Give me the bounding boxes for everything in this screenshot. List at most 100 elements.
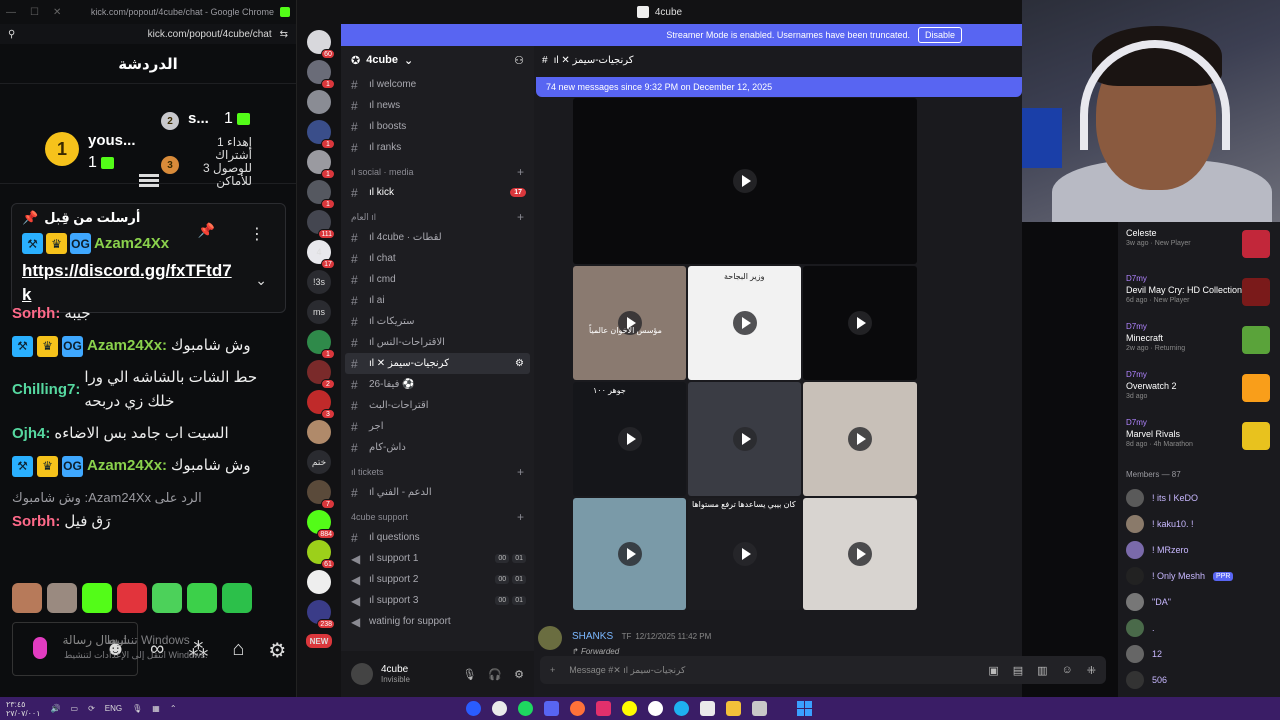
video-embed[interactable] — [803, 382, 917, 496]
member-item[interactable]: ! MRzero — [1118, 537, 1280, 563]
member-item[interactable]: ! Only Meshh PPR — [1118, 563, 1280, 589]
avatar[interactable] — [538, 626, 562, 650]
server-icon[interactable]: 1 — [307, 150, 335, 179]
play-icon[interactable] — [732, 427, 757, 451]
minimize-icon[interactable]: — — [6, 7, 16, 18]
message-user[interactable]: Sorbh: — [12, 302, 60, 326]
server-icon[interactable]: 4 17 — [307, 240, 335, 269]
unpin-icon[interactable]: 📌 — [198, 222, 215, 239]
add-channel-icon[interactable]: + — [517, 510, 524, 524]
url-bar[interactable]: ⚲ kick.com/popout/4cube/chat ⇆ — [0, 24, 296, 44]
more-menu-icon[interactable]: ⋮ — [249, 224, 265, 244]
message-user[interactable]: Azam24Xx: — [87, 454, 167, 478]
channel-boosts[interactable]: # ıl boosts — [341, 116, 534, 137]
activity-card[interactable]: D7my Marvel Rivals 8d ago · 4h Marathon — [1118, 414, 1280, 462]
server-icon[interactable]: 1 — [307, 180, 335, 209]
play-icon[interactable] — [732, 542, 757, 566]
server-icon[interactable]: !3s — [307, 270, 331, 294]
server-icon[interactable] — [307, 570, 331, 594]
microphone-icon[interactable] — [33, 637, 47, 659]
video-embed[interactable]: مؤسس الأخوان عالمياً — [573, 266, 686, 380]
sync-icon[interactable]: ⟳ — [88, 704, 95, 713]
obs-icon[interactable] — [648, 701, 663, 716]
play-icon[interactable] — [848, 542, 872, 566]
app-icon[interactable] — [752, 701, 767, 716]
server-icon[interactable] — [307, 420, 331, 444]
chrome-canary-icon[interactable] — [466, 701, 481, 716]
member-item[interactable]: . — [1118, 615, 1280, 641]
maximize-icon[interactable]: ☐ — [30, 7, 39, 18]
clock[interactable]: ٢٣:٤٥ ٢٧/٠٧/٠٠١ — [6, 700, 41, 718]
channel-item[interactable]: # اجر — [341, 416, 534, 437]
video-embed[interactable]: جوهر ١٠٠ — [573, 382, 686, 496]
message-user[interactable]: Azam24Xx: — [87, 334, 167, 358]
emote-happy-icon[interactable] — [187, 583, 217, 613]
category-general[interactable]: العام ıl + — [341, 207, 534, 227]
activity-card[interactable]: D7my Minecraft 2w ago · Returning — [1118, 318, 1280, 366]
channel-kick[interactable]: # ıl kick 17 — [341, 182, 534, 203]
server-icon[interactable]: ms — [307, 300, 331, 324]
play-icon[interactable] — [848, 427, 872, 451]
server-icon[interactable] — [307, 90, 331, 114]
play-icon[interactable] — [617, 427, 642, 451]
voice-channel[interactable]: ◀ ıl support 1 00 01 — [341, 548, 534, 569]
channel-item[interactable]: # ıl الدعم - الفني — [341, 482, 534, 503]
github-icon[interactable] — [492, 701, 507, 716]
chevron-down-icon[interactable]: ⌄ — [255, 272, 267, 289]
collapse-icon[interactable] — [139, 174, 159, 188]
gifter-1-name[interactable]: yous... — [88, 132, 136, 149]
pinned-message[interactable]: 📌 أرسلت من قِبل 📌 ⋮ ⚒ ♛ OG Azam24Xx http… — [11, 203, 286, 313]
member-item[interactable]: "DA" — [1118, 589, 1280, 615]
apps-icon[interactable]: ⁜ — [1087, 664, 1096, 677]
avatar[interactable] — [351, 663, 373, 685]
reply-preview[interactable]: الرد على Azam24Xx: وش شامبوك — [12, 486, 292, 510]
message-user[interactable]: Ojh4: — [12, 422, 50, 446]
settings-icon[interactable]: ⚙ — [268, 638, 286, 663]
gif-icon[interactable]: ▤ — [1013, 664, 1023, 677]
server-icon[interactable]: 3 — [307, 390, 335, 419]
member-item[interactable]: ! kaku10. ! — [1118, 511, 1280, 537]
server-icon[interactable]: 1 — [307, 330, 335, 359]
voice-channel[interactable]: ◀ ıl support 3 00 01 — [341, 590, 534, 611]
mic-tray-icon[interactable]: 🎙 — [132, 704, 142, 713]
microphone-icon[interactable]: 🎙 — [462, 668, 476, 681]
snapchat-icon[interactable] — [622, 701, 637, 716]
display-icon[interactable]: ▭ — [71, 704, 79, 713]
server-icon[interactable]: ختم — [307, 450, 331, 474]
gift-slot-text[interactable]: إهداء 1 أشتراك للوصول 3 للأماكن — [182, 136, 252, 188]
voice-channel[interactable]: ◀ watinig for support — [341, 611, 534, 632]
server-header[interactable]: ✪ 4cube ⌄ ⚇ — [341, 46, 534, 74]
file-explorer-icon[interactable] — [726, 701, 741, 716]
video-embed[interactable] — [573, 98, 917, 264]
channel-news[interactable]: # ıl news — [341, 95, 534, 116]
server-icon[interactable]: 884 — [307, 510, 335, 539]
server-icon[interactable]: 1 — [307, 60, 335, 89]
channel-item[interactable]: # ıl chat — [341, 248, 534, 269]
channel-item[interactable]: # ıl الاقتراحات-النس — [341, 332, 534, 353]
channel-item[interactable]: # ıl 4cube · لقطات — [341, 227, 534, 248]
channel-item[interactable]: # اقتراحات-البث — [341, 395, 534, 416]
video-embed[interactable]: كان بيبي يساعدها ترفع مستواها — [688, 498, 801, 610]
activity-card[interactable]: D7my Overwatch 2 3d ago — [1118, 366, 1280, 414]
message-user[interactable]: Sorbh: — [12, 510, 60, 534]
post-author[interactable]: SHANKS — [572, 631, 613, 642]
category-tickets[interactable]: ıl tickets + — [341, 462, 534, 482]
language-indicator[interactable]: ENG — [105, 704, 122, 713]
add-attachment-icon[interactable]: + — [550, 665, 555, 675]
channel-questions[interactable]: # ıl questions — [341, 527, 534, 548]
member-item[interactable]: ! its I KeDO — [1118, 485, 1280, 511]
message-composer[interactable]: + Message #✕ ıl كرنجيات-سيمز ▣ ▤ ▥ ☺ ⁜ — [540, 656, 1106, 684]
add-channel-icon[interactable]: + — [517, 210, 524, 224]
server-icon[interactable]: 1 — [307, 120, 335, 149]
gifter-2-name[interactable]: s... — [188, 110, 209, 127]
channel-item[interactable]: # ıl ستريكات — [341, 311, 534, 332]
video-embed[interactable] — [803, 498, 917, 610]
category-support[interactable]: 4cube support + — [341, 507, 534, 527]
channel-welcome[interactable]: # ıl welcome — [341, 74, 534, 95]
category-social[interactable]: ıl social · media + — [341, 162, 534, 182]
video-embed[interactable] — [803, 266, 917, 380]
video-embed[interactable] — [688, 382, 801, 496]
play-icon[interactable] — [617, 542, 642, 566]
channel-item[interactable]: # فيفا-26 ⚽ — [341, 374, 534, 395]
add-member-icon[interactable]: ⚇ — [514, 54, 524, 67]
